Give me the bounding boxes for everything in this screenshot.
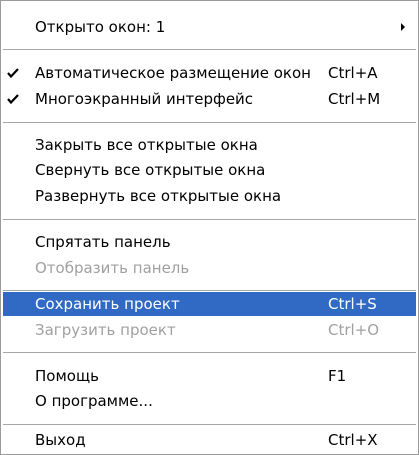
menu-item-load-project: Загрузить проект Ctrl+O xyxy=(3,318,416,342)
menu-item-about[interactable]: О программе... xyxy=(3,389,416,413)
menu-item-shortcut: Ctrl+M xyxy=(328,90,381,108)
menu-item-help[interactable]: Помощь F1 xyxy=(3,364,416,388)
menu-item-shortcut: Ctrl+O xyxy=(328,321,380,339)
menu-item-save-project[interactable]: Сохранить проект Ctrl+S xyxy=(3,292,416,316)
menu-separator xyxy=(3,352,416,353)
menu-item-show-panel: Отобразить панель xyxy=(3,256,416,280)
menu-item-maximize-all-windows[interactable]: Развернуть все открытые окна xyxy=(3,184,416,208)
checkmark-icon xyxy=(7,94,19,105)
menu-item-shortcut: F1 xyxy=(328,367,347,385)
menu-item-label: Выход xyxy=(35,431,86,449)
menu-item-shortcut: Ctrl+S xyxy=(328,295,377,313)
menu-item-hide-panel[interactable]: Спрятать панель xyxy=(3,230,416,254)
menu-item-label: О программе... xyxy=(35,392,153,410)
menu-item-shortcut: Ctrl+X xyxy=(328,431,378,449)
menu-item-multiscreen-interface[interactable]: Многоэкранный интерфейс Ctrl+M xyxy=(3,87,416,111)
menu-item-label: Автоматическое размещение окон xyxy=(35,64,311,82)
menu-item-open-windows[interactable]: Открыто окон: 1 xyxy=(3,15,416,39)
menu-item-label: Сохранить проект xyxy=(35,295,180,313)
menu-item-label: Многоэкранный интерфейс xyxy=(35,90,254,108)
menu-separator xyxy=(3,49,416,50)
menu-item-auto-arrange-windows[interactable]: Автоматическое размещение окон Ctrl+A xyxy=(3,61,416,85)
checkmark-icon xyxy=(7,68,19,79)
menu-item-close-all-windows[interactable]: Закрыть все открытые окна xyxy=(3,133,416,157)
submenu-arrow-icon xyxy=(401,23,405,31)
menu-item-label: Отобразить панель xyxy=(35,259,190,277)
menu-separator xyxy=(3,122,416,123)
menu-item-label: Закрыть все открытые окна xyxy=(35,136,258,154)
context-menu: Открыто окон: 1 Автоматическое размещени… xyxy=(0,0,419,455)
menu-item-exit[interactable]: Выход Ctrl+X xyxy=(3,428,416,452)
menu-item-minimize-all-windows[interactable]: Свернуть все открытые окна xyxy=(3,158,416,182)
menu-item-label: Свернуть все открытые окна xyxy=(35,161,266,179)
menu-item-label: Помощь xyxy=(35,367,99,385)
menu-item-label: Развернуть все открытые окна xyxy=(35,187,282,205)
menu-separator xyxy=(3,219,416,220)
menu-item-label: Загрузить проект xyxy=(35,321,176,339)
menu-item-label: Спрятать панель xyxy=(35,233,171,251)
menu-item-shortcut: Ctrl+A xyxy=(328,64,378,82)
menu-separator xyxy=(3,290,416,291)
menu-item-label: Открыто окон: 1 xyxy=(35,18,166,36)
menu-separator xyxy=(3,424,416,425)
